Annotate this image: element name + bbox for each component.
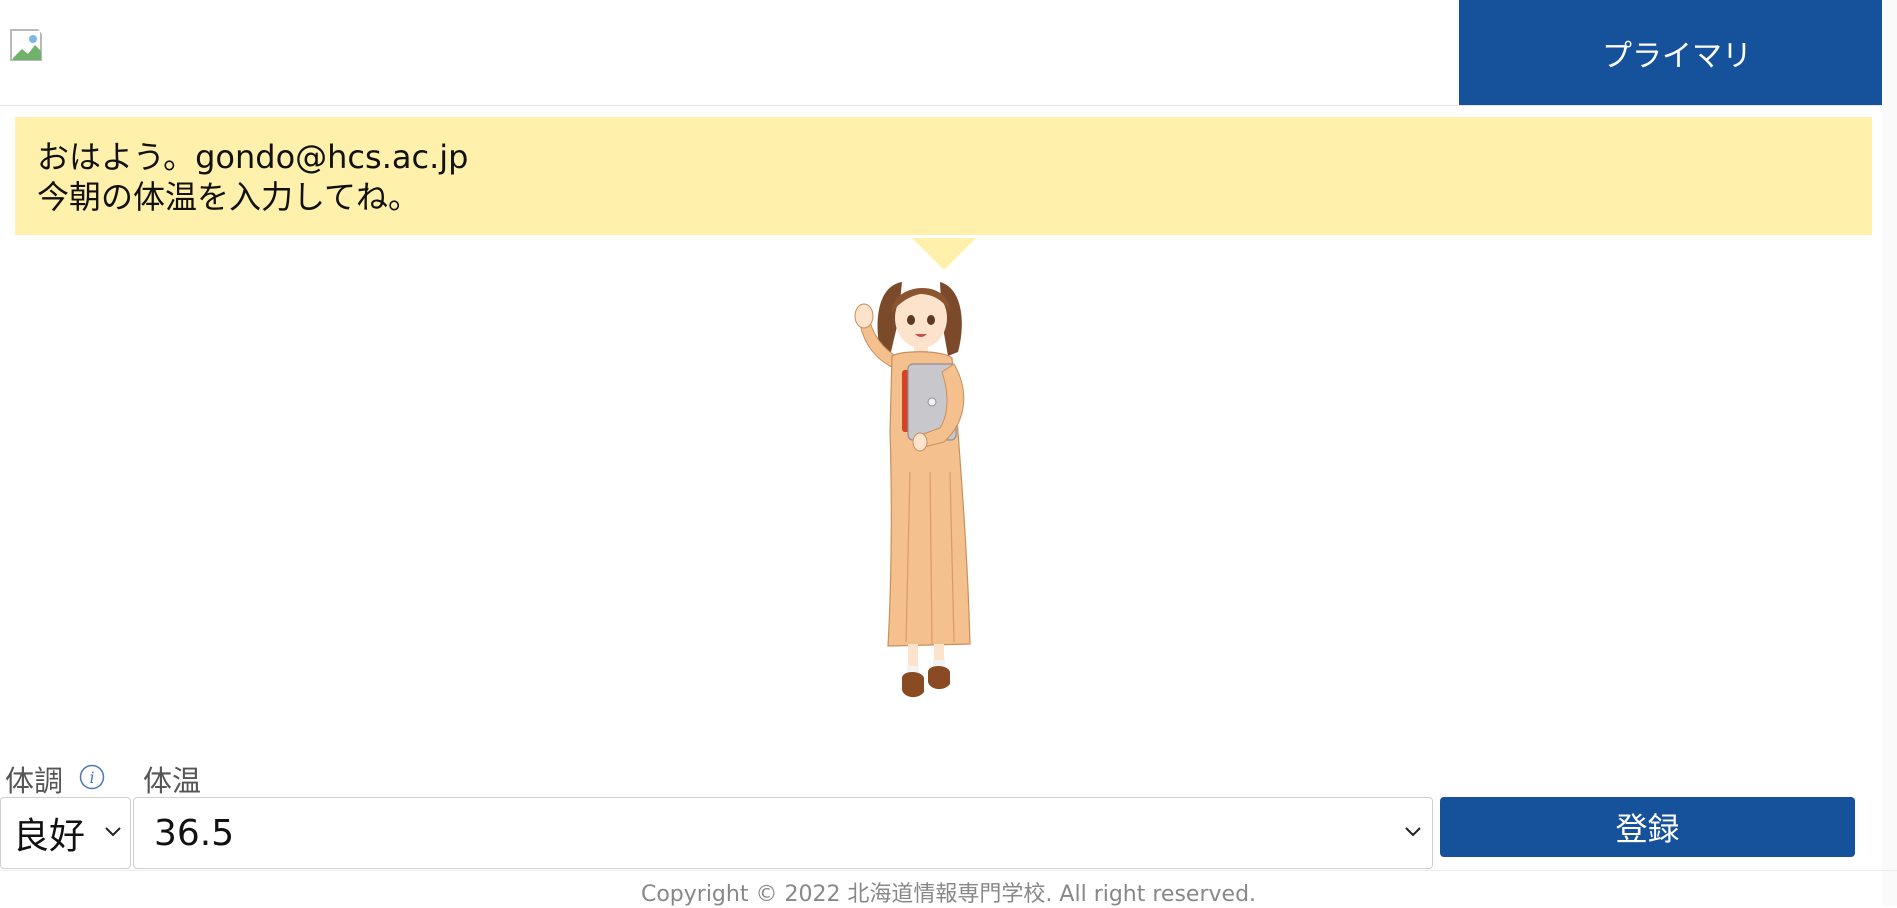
footer-divider — [0, 870, 1897, 871]
condition-label: 体調 — [5, 764, 64, 798]
chevron-down-icon — [105, 827, 121, 837]
character-illustration — [854, 282, 971, 698]
app-header: プライマリ — [0, 0, 1897, 106]
greeting-line-1: おはよう。gondo@hcs.ac.jp — [37, 138, 469, 176]
svg-text:i: i — [89, 768, 94, 787]
info-icon[interactable]: i — [79, 764, 105, 790]
temperature-select[interactable]: 36.5 — [133, 797, 1433, 869]
greeting-bubble: おはよう。gondo@hcs.ac.jp 今朝の体温を入力してね。 — [15, 117, 1872, 235]
speech-bubble-tail — [912, 238, 976, 270]
condition-select[interactable]: 良好 — [0, 797, 131, 869]
register-button[interactable]: 登録 — [1440, 797, 1855, 857]
chevron-down-icon — [1405, 827, 1421, 837]
scrollbar[interactable] — [1882, 0, 1897, 906]
temperature-label: 体温 — [143, 764, 202, 798]
primary-button[interactable]: プライマリ — [1459, 0, 1895, 105]
footer-copyright: Copyright © 2022 北海道情報専門学校. All right re… — [640, 882, 1257, 907]
broken-image-icon — [10, 29, 46, 61]
condition-value: 良好 — [13, 816, 86, 857]
greeting-line-2: 今朝の体温を入力してね。 — [37, 178, 421, 216]
temperature-value: 36.5 — [154, 812, 235, 854]
